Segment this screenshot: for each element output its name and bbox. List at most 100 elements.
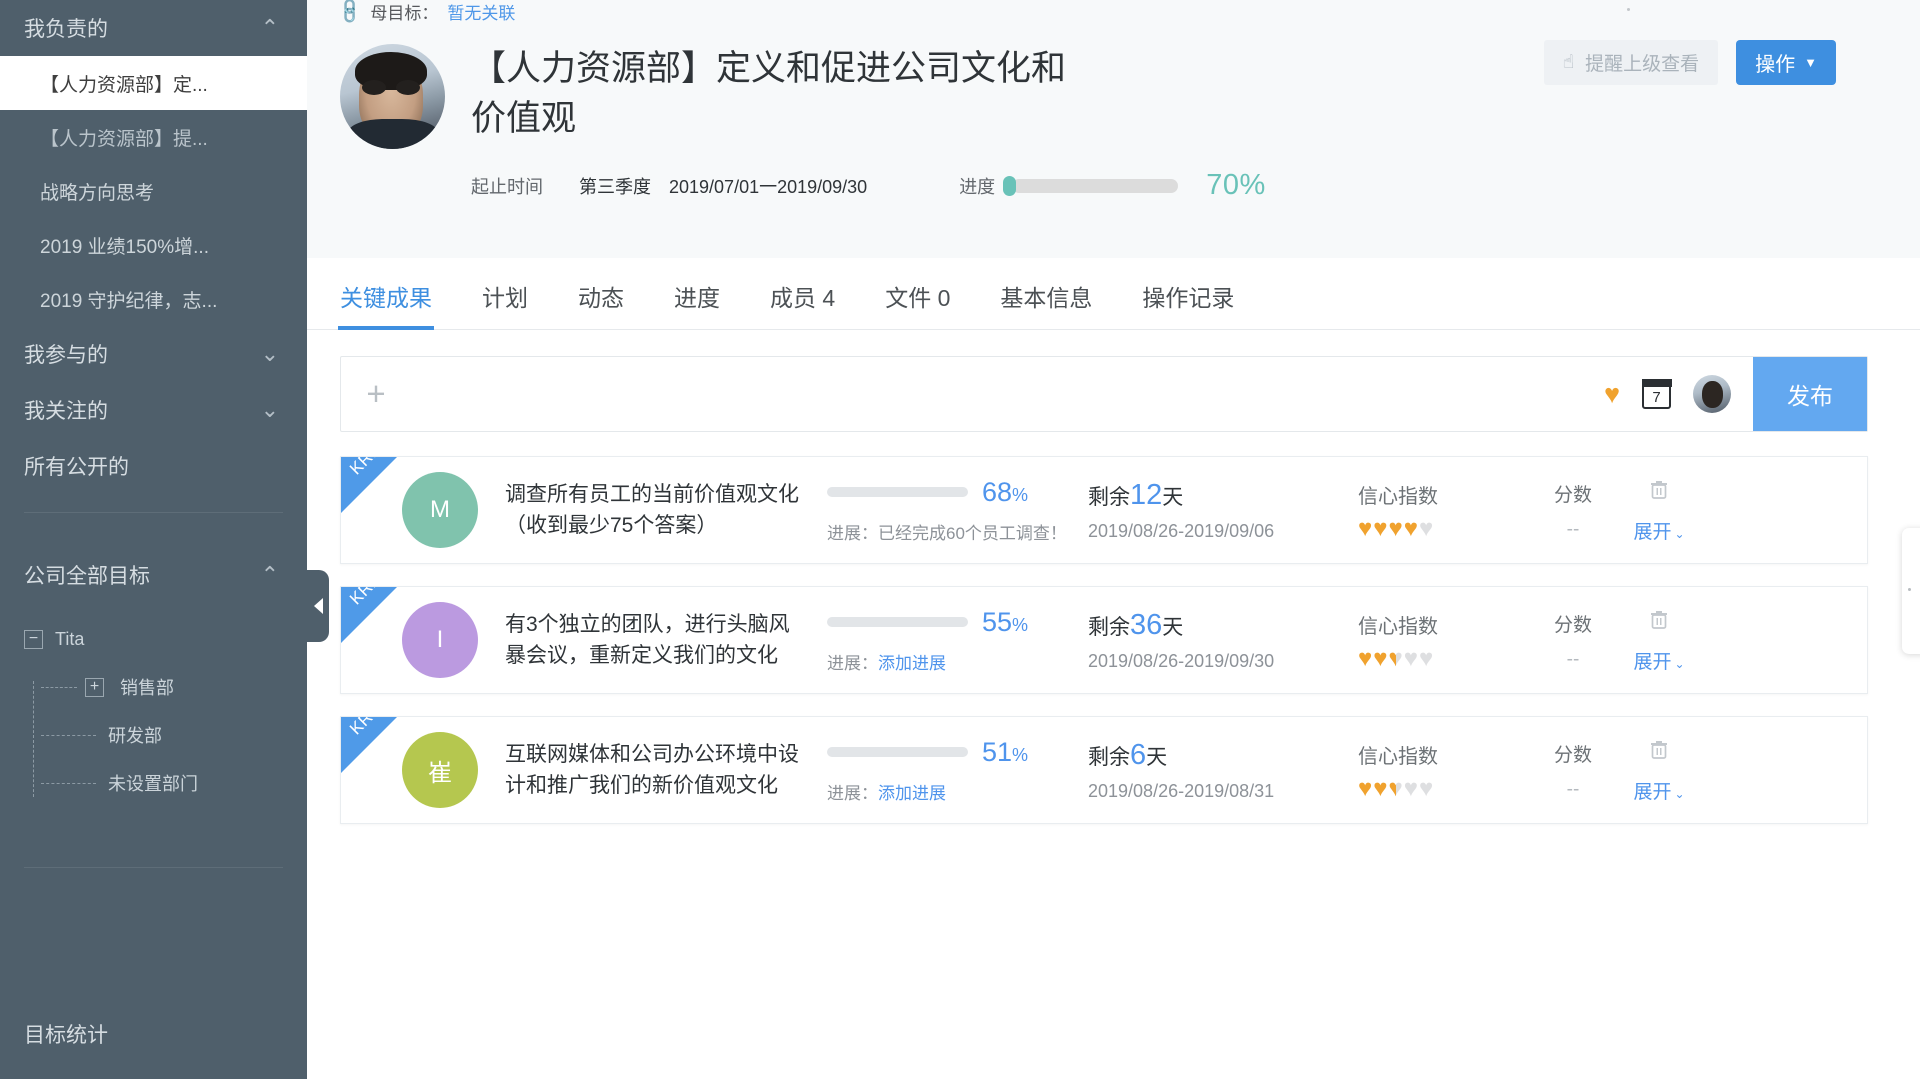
- add-progress-link[interactable]: 添加进展: [878, 784, 946, 803]
- add-attachment-button[interactable]: +: [341, 357, 411, 431]
- kr-confidence-hearts[interactable]: ♥ ♥ ♥ ♥ ♥: [1358, 516, 1533, 541]
- heart-icon[interactable]: ♥: [1419, 776, 1433, 801]
- add-progress-link[interactable]: 添加进展: [878, 654, 946, 673]
- caret-down-icon: ▼: [1804, 55, 1817, 70]
- collapse-sidebar-handle[interactable]: [307, 570, 329, 642]
- avatar[interactable]: I: [402, 602, 478, 678]
- kr-progress-note: 进展：添加进展: [827, 649, 1072, 674]
- tree-node-tita[interactable]: − Tita: [0, 615, 307, 663]
- heart-icon[interactable]: ♥: [1389, 516, 1403, 541]
- progress-label: 进度: [959, 176, 996, 197]
- heart-icon[interactable]: ♥: [1373, 776, 1387, 801]
- trash-icon[interactable]: [1647, 477, 1671, 507]
- heart-icon[interactable]: ♥: [1404, 516, 1418, 541]
- kr-date-range: 2019/08/26-2019/09/30: [1088, 650, 1275, 671]
- parent-goal-link[interactable]: 暂无关联: [447, 0, 515, 24]
- kr-days-prefix: 剩余: [1088, 745, 1130, 769]
- sidebar-group-my-participation[interactable]: 我参与的: [0, 326, 307, 382]
- tab-label: 关键成果: [340, 285, 432, 311]
- goal-owner-avatar[interactable]: [340, 44, 445, 149]
- kr-percent-value: 55: [982, 606, 1013, 637]
- kr-confidence-hearts[interactable]: ♥ ♥ ♥ ♥ ♥: [1358, 646, 1533, 671]
- heart-icon[interactable]: ♥: [1419, 646, 1433, 671]
- side-float-panel[interactable]: [1902, 528, 1920, 654]
- kr-expand-button[interactable]: 展开 ⌄: [1613, 777, 1705, 804]
- heart-icon[interactable]: ♥: [1389, 646, 1403, 671]
- kr-percent-value: 68: [982, 476, 1013, 507]
- table-row[interactable]: KR2 I 有3个独立的团队，进行头脑风暴会议，重新定义我们的文化 55% 进展…: [340, 586, 1868, 694]
- remind-supervisor-button[interactable]: ☝ 提醒上级查看: [1543, 40, 1719, 85]
- heart-icon[interactable]: ♥: [1419, 516, 1433, 541]
- tab-key-results[interactable]: 关键成果: [338, 279, 434, 330]
- goal-header-actions: ☝ 提醒上级查看 操作 ▼: [1543, 40, 1836, 85]
- remind-button-label: 提醒上级查看: [1585, 54, 1700, 75]
- kr-expand-button[interactable]: 展开 ⌄: [1613, 517, 1705, 544]
- sidebar-group-label: 我关注的: [24, 400, 108, 423]
- sidebar-item-goal-1[interactable]: 【人力资源部】定...: [0, 56, 307, 110]
- tree-connector: [41, 686, 77, 688]
- sidebar-group-my-following[interactable]: 我关注的: [0, 382, 307, 438]
- avatar[interactable]: 崔: [402, 732, 478, 808]
- heart-icon[interactable]: ♥: [1404, 646, 1418, 671]
- kr-title: 互联网媒体和公司办公环境中设计和推广我们的新价值观文化: [505, 742, 799, 798]
- sidebar-item-goal-4[interactable]: 2019 业绩150%增...: [0, 218, 307, 272]
- plus-icon[interactable]: +: [85, 677, 104, 697]
- action-menu-button[interactable]: 操作 ▼: [1736, 40, 1836, 85]
- publish-button[interactable]: 发布: [1753, 357, 1867, 431]
- sidebar-item-goal-3[interactable]: 战略方向思考: [0, 164, 307, 218]
- composer-input[interactable]: [411, 357, 1604, 431]
- kr-days-left: 剩余36天: [1088, 609, 1358, 642]
- tab-files[interactable]: 文件 0: [885, 279, 950, 329]
- tab-activity[interactable]: 动态: [578, 279, 624, 329]
- table-row[interactable]: KR1 M 调查所有员工的当前价值观文化（收到最少75个答案） 68% 进展：已…: [340, 456, 1868, 564]
- kr-score-label: 分数: [1553, 614, 1592, 636]
- progress-knob[interactable]: [1003, 175, 1017, 196]
- sidebar-item-goal-2[interactable]: 【人力资源部】提...: [0, 110, 307, 164]
- chevron-left-icon: [313, 598, 323, 614]
- sidebar-item-goal-stats[interactable]: 目标统计: [24, 1019, 108, 1049]
- tree-node-unassigned[interactable]: 未设置部门: [0, 759, 307, 807]
- chevron-up-icon: [261, 17, 279, 39]
- sidebar-item-all-public[interactable]: 所有公开的: [0, 438, 307, 494]
- kr-confidence-hearts[interactable]: ♥ ♥ ♥ ♥ ♥: [1358, 776, 1533, 801]
- tab-plan[interactable]: 计划: [482, 279, 528, 329]
- heart-icon[interactable]: ♥: [1389, 776, 1403, 801]
- tree-node-sales[interactable]: + 销售部: [0, 663, 307, 711]
- minus-icon[interactable]: −: [24, 629, 43, 649]
- kr-confidence-label: 信心指数: [1358, 485, 1438, 508]
- chevron-down-icon: [261, 343, 279, 365]
- progress-slider[interactable]: [1003, 175, 1179, 196]
- tree-node-rd[interactable]: 研发部: [0, 711, 307, 759]
- kr-expand-button[interactable]: 展开 ⌄: [1613, 647, 1705, 674]
- kr-progress-track[interactable]: [827, 487, 968, 497]
- heart-icon[interactable]: ♥: [1373, 516, 1387, 541]
- kr-progress-bar-row: 55%: [827, 607, 1072, 638]
- heart-icon[interactable]: ♥: [1358, 646, 1372, 671]
- tab-members[interactable]: 成员 4: [770, 279, 835, 329]
- sidebar-item-goal-5[interactable]: 2019 守护纪律，志...: [0, 272, 307, 326]
- kr-progress-track[interactable]: [827, 747, 968, 757]
- kr-days-left: 剩余6天: [1088, 739, 1358, 772]
- tab-progress[interactable]: 进度: [674, 279, 720, 329]
- heart-icon[interactable]: ♥: [1604, 380, 1620, 408]
- tab-basic-info[interactable]: 基本信息: [1000, 279, 1092, 329]
- kr-progress-track[interactable]: [827, 617, 968, 627]
- tab-label: 计划: [482, 285, 528, 311]
- mention-user-avatar[interactable]: [1693, 375, 1731, 413]
- kr-percent: 55%: [982, 606, 1029, 637]
- kr-days-cell: 剩余12天 2019/08/26-2019/09/06: [1088, 479, 1358, 542]
- table-row[interactable]: KR3 崔 互联网媒体和公司办公环境中设计和推广我们的新价值观文化 51% 进展…: [340, 716, 1868, 824]
- tab-operation-log[interactable]: 操作记录: [1142, 279, 1234, 329]
- sidebar-group-company-goals[interactable]: 公司全部目标: [0, 547, 307, 603]
- sidebar-item-label: 【人力资源部】提...: [40, 128, 208, 150]
- trash-icon[interactable]: [1647, 737, 1671, 767]
- decorative-dot: [1627, 8, 1630, 11]
- sidebar-group-my-responsible[interactable]: 我负责的: [0, 0, 307, 56]
- calendar-icon[interactable]: 7: [1641, 379, 1672, 409]
- heart-icon[interactable]: ♥: [1358, 516, 1372, 541]
- heart-icon[interactable]: ♥: [1373, 646, 1387, 671]
- trash-icon[interactable]: [1647, 607, 1671, 637]
- heart-icon[interactable]: ♥: [1404, 776, 1418, 801]
- avatar[interactable]: M: [402, 472, 478, 548]
- heart-icon[interactable]: ♥: [1358, 776, 1372, 801]
